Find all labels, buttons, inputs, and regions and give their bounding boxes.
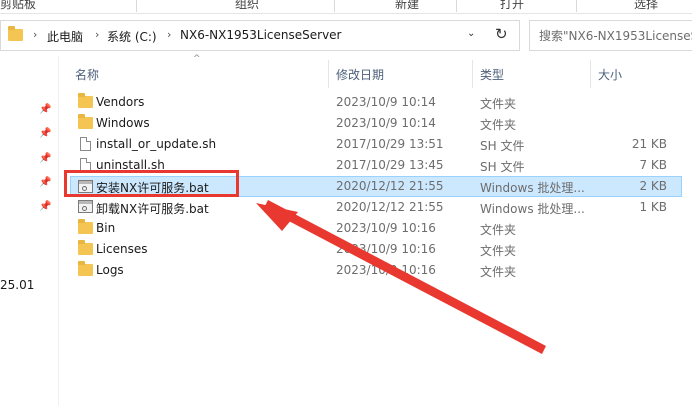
folder-icon [78, 219, 93, 234]
file-size: 7 KB [639, 158, 667, 172]
pin-icon[interactable]: 📌 [39, 104, 51, 116]
column-separator[interactable] [328, 60, 329, 88]
file-name: Logs [96, 263, 124, 277]
file-size: 2 KB [639, 179, 667, 193]
file-name: Licenses [96, 242, 148, 256]
ribbon-group-labels: 剪贴板 组织 新建 打开 选择 [0, 0, 692, 13]
search-box[interactable] [529, 20, 692, 51]
refresh-icon[interactable]: ↻ [495, 25, 508, 43]
ribbon-separator [576, 0, 577, 12]
pin-icon[interactable]: 📌 [39, 128, 51, 140]
breadcrumb-drive-c[interactable]: 系统 (C:) [107, 28, 157, 45]
file-row-bin[interactable]: Bin 2023/10/9 10:16 文件夹 [70, 218, 682, 239]
ribbon-divider [0, 13, 692, 14]
file-type: 文件夹 [480, 244, 517, 258]
file-type: 文件夹 [480, 118, 517, 132]
ribbon-separator [334, 0, 335, 12]
file-type: SH 文件 [480, 139, 525, 153]
column-separator[interactable] [590, 60, 591, 88]
folder-icon [8, 26, 23, 41]
folder-icon [78, 93, 93, 108]
file-date: 2023/10/9 10:16 [336, 221, 436, 235]
folder-icon [78, 114, 93, 129]
highlight-box [64, 170, 239, 197]
pane-divider[interactable] [58, 56, 59, 406]
ribbon-group-organize: 组织 [235, 0, 260, 11]
search-input[interactable] [539, 23, 692, 49]
pin-icon[interactable]: 📌 [39, 201, 51, 213]
file-name: Windows [96, 116, 150, 130]
column-separator[interactable] [472, 60, 473, 88]
ribbon-group-open: 打开 [500, 0, 525, 11]
breadcrumb-current-folder[interactable]: NX6-NX1953LicenseServer [180, 28, 342, 42]
file-icon [80, 137, 91, 151]
breadcrumb-this-pc[interactable]: 此电脑 [47, 28, 83, 45]
chevron-down-icon[interactable]: ⌄ [467, 28, 475, 39]
file-name: install_or_update.sh [96, 137, 217, 151]
file-row-logs[interactable]: Logs 2023/10/9 10:16 文件夹 [70, 260, 682, 281]
file-row-uninstall-service-bat[interactable]: 卸载NX许可服务.bat 2020/12/12 21:55 Windows 批处… [70, 197, 682, 218]
file-type: 文件夹 [480, 97, 517, 111]
folder-icon [78, 261, 93, 276]
ribbon-group-clipboard: 剪贴板 [0, 0, 37, 11]
file-date: 2020/12/12 21:55 [336, 200, 444, 214]
file-row-install-or-update[interactable]: install_or_update.sh 2017/10/29 13:51 SH… [70, 134, 682, 155]
column-header-name[interactable]: 名称 [75, 66, 99, 83]
column-header-date[interactable]: 修改日期 [336, 66, 384, 83]
column-header-size[interactable]: 大小 [598, 66, 622, 83]
file-name: Vendors [96, 95, 145, 109]
file-date: 2023/10/9 10:16 [336, 263, 436, 277]
file-row-windows[interactable]: Windows 2023/10/9 10:14 文件夹 [70, 113, 682, 134]
ribbon-separator [456, 0, 457, 12]
file-date: 2023/10/9 10:16 [336, 242, 436, 256]
pin-icon[interactable]: 📌 [39, 177, 51, 189]
address-bar[interactable]: › 此电脑 › 系统 (C:) › NX6-NX1953LicenseServe… [0, 20, 520, 51]
file-row-licenses[interactable]: Licenses 2023/10/9 10:16 文件夹 [70, 239, 682, 260]
ribbon-separator [136, 0, 137, 12]
file-size: 1 KB [639, 200, 667, 214]
file-size: 21 KB [631, 137, 667, 151]
file-date: 2023/10/9 10:14 [336, 95, 436, 109]
chevron-right-icon[interactable]: › [167, 28, 171, 41]
file-type: Windows 批处理... [480, 202, 585, 216]
folder-icon [78, 240, 93, 255]
file-type: Windows 批处理... [480, 181, 585, 195]
column-header-type[interactable]: 类型 [480, 66, 504, 83]
file-type: 文件夹 [480, 223, 517, 237]
pin-icon[interactable]: 📌 [39, 153, 51, 165]
file-row-vendors[interactable]: Vendors 2023/10/9 10:14 文件夹 [70, 92, 682, 113]
file-name: 卸载NX许可服务.bat [96, 202, 209, 216]
file-date: 2023/10/9 10:14 [336, 116, 436, 130]
ribbon-group-new: 新建 [395, 0, 420, 11]
file-type: SH 文件 [480, 160, 525, 174]
file-name: Bin [96, 221, 116, 235]
batch-file-icon [78, 200, 93, 213]
navigation-pane: 📌 📌 📌 📌 📌 25.01 [0, 56, 58, 406]
nav-item-label[interactable]: 25.01 [0, 278, 34, 292]
file-date: 2020/12/12 21:55 [336, 179, 444, 193]
file-date: 2017/10/29 13:51 [336, 137, 444, 151]
file-date: 2017/10/29 13:45 [336, 158, 444, 172]
sort-ascending-icon: ^ [193, 54, 201, 64]
file-type: 文件夹 [480, 265, 517, 279]
ribbon-group-select: 选择 [634, 0, 659, 11]
chevron-right-icon[interactable]: › [33, 28, 37, 41]
chevron-right-icon[interactable]: › [95, 28, 99, 41]
